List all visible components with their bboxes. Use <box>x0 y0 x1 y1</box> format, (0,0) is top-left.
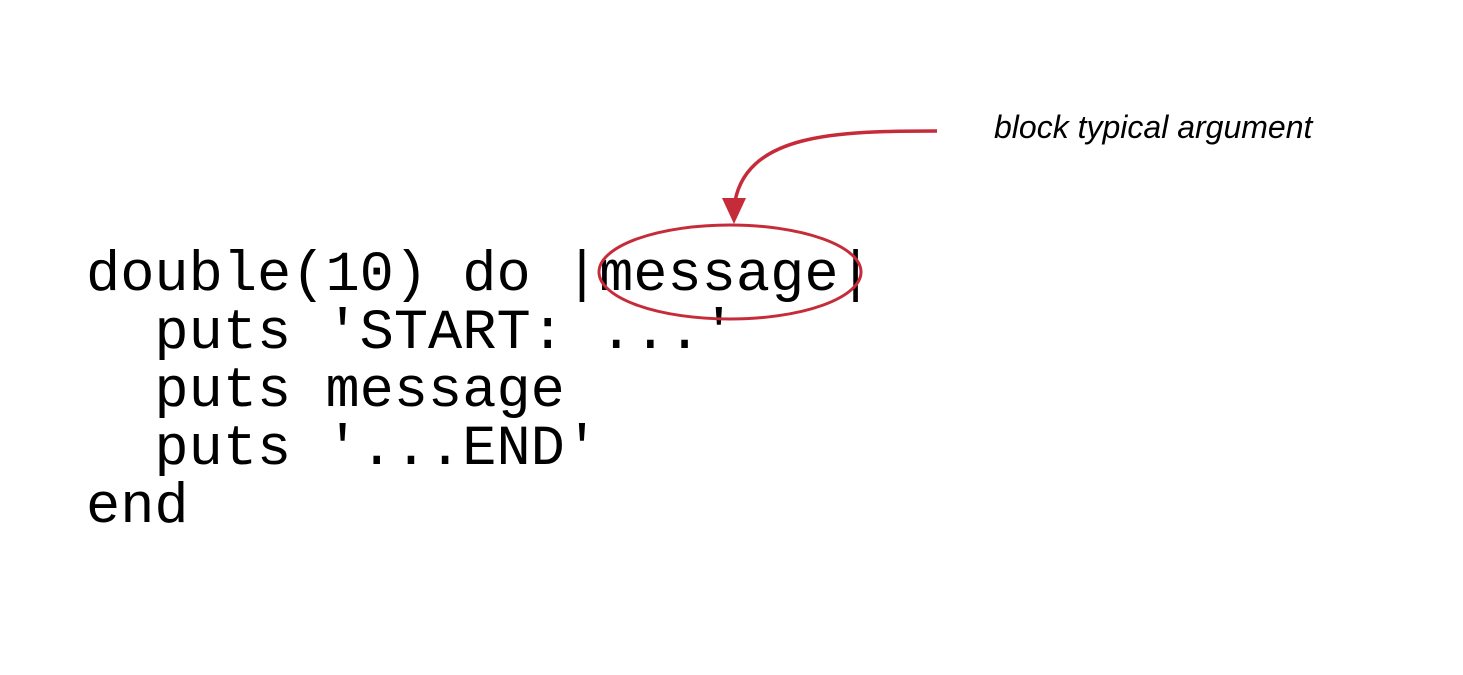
code-line-2: puts 'START: ...' <box>86 302 736 366</box>
arrow-head-icon <box>722 198 746 224</box>
code-line-1: double(10) do |message| <box>86 244 873 308</box>
code-line-4: puts '...END' <box>86 418 600 482</box>
annotation-label: block typical argument <box>994 109 1313 145</box>
code-line-5: end <box>86 476 189 540</box>
annotation-arrow-curve <box>732 129 938 209</box>
code-block: double(10) do |message| puts 'START: ...… <box>86 247 873 537</box>
code-line-3: puts message <box>86 360 565 424</box>
